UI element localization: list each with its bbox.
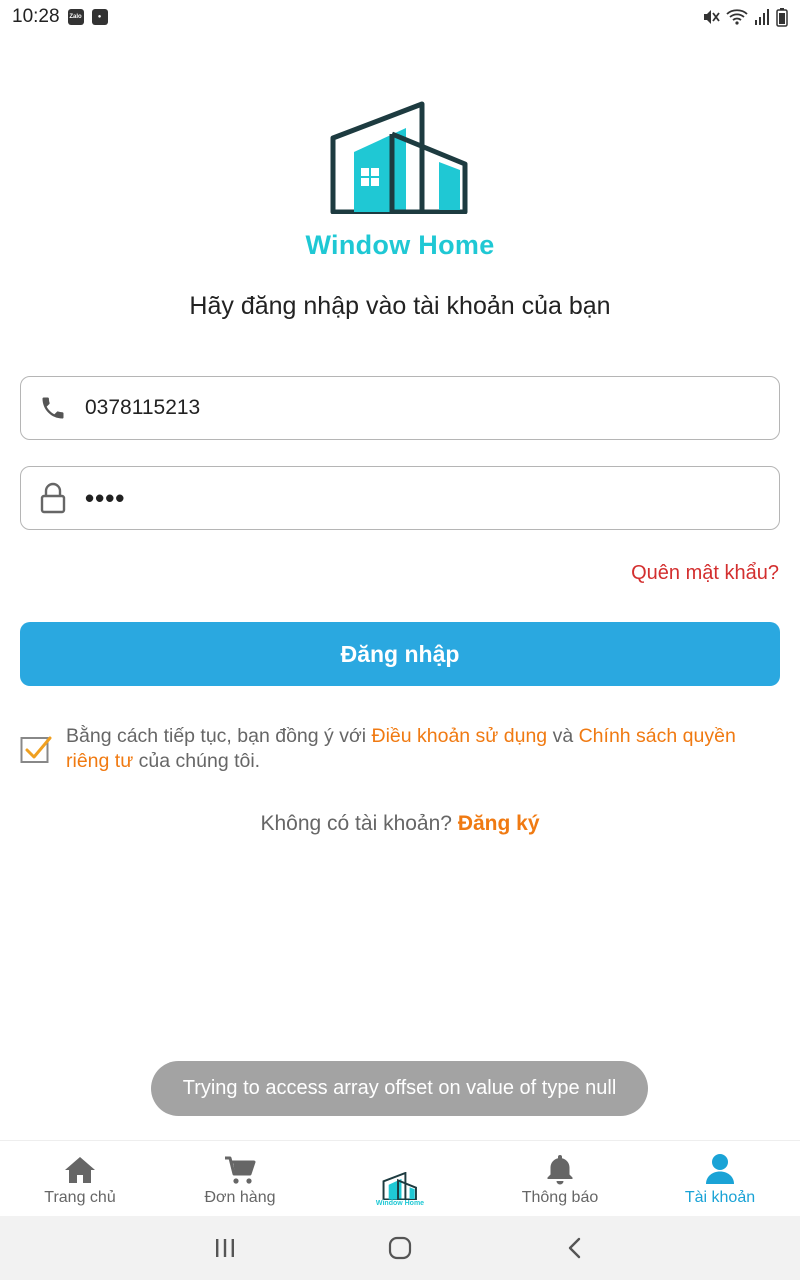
- status-time: 10:28: [12, 6, 60, 27]
- nav-item-account[interactable]: Tài khoản: [640, 1141, 800, 1216]
- signup-prompt: Không có tài khoản? Đăng ký: [0, 812, 800, 836]
- nav-item-window-home[interactable]: Window Home: [320, 1141, 480, 1216]
- media-notification-icon: ●: [91, 9, 108, 25]
- signal-icon: [755, 9, 769, 25]
- brand-logo: Window Home: [0, 100, 800, 261]
- terms-consent: Bằng cách tiếp tục, bạn đồng ý với Điều …: [20, 724, 780, 774]
- signup-prompt-text: Không có tài khoản?: [260, 812, 458, 835]
- wifi-icon: [726, 9, 748, 25]
- recent-apps-button[interactable]: [138, 1237, 313, 1259]
- window-home-nav-icon: [381, 1166, 419, 1200]
- terms-checkbox[interactable]: [20, 732, 52, 764]
- nav-label-account: Tài khoản: [684, 1189, 756, 1206]
- back-button[interactable]: [488, 1237, 663, 1259]
- nav-label-home: Trang chủ: [44, 1189, 116, 1206]
- terms-of-use-link[interactable]: Điều khoản sử dụng: [371, 725, 547, 747]
- nav-item-orders[interactable]: Đơn hàng: [160, 1141, 320, 1216]
- nav-label-orders: Đơn hàng: [204, 1189, 276, 1206]
- forgot-password-link[interactable]: Quên mật khẩu?: [631, 562, 779, 585]
- terms-middle: và: [547, 725, 579, 747]
- brand-name: Window Home: [305, 230, 495, 260]
- cart-icon: [224, 1151, 256, 1185]
- nav-label-notifications: Thông báo: [521, 1189, 599, 1206]
- login-button[interactable]: Đăng nhập: [20, 622, 780, 686]
- home-icon: [64, 1151, 96, 1185]
- back-chevron-icon: [568, 1237, 581, 1259]
- home-circle-icon: [388, 1236, 412, 1260]
- nav-label-window-home: Window Home: [375, 1200, 425, 1207]
- password-value: ••••: [85, 482, 126, 513]
- battery-icon: [776, 8, 788, 27]
- window-home-logo-icon: [330, 101, 468, 214]
- error-toast: Trying to access array offset on value o…: [151, 1061, 648, 1116]
- status-bar: 10:28 Zalo ●: [0, 0, 800, 34]
- system-nav-bar: [0, 1216, 800, 1280]
- phone-value: 0378115213: [85, 396, 201, 419]
- recent-apps-icon: [216, 1239, 234, 1257]
- mute-icon: [704, 10, 720, 24]
- page-title: Hãy đăng nhập vào tài khoản của bạn: [189, 292, 611, 320]
- status-right: [702, 7, 788, 27]
- signup-link[interactable]: Đăng ký: [458, 812, 540, 835]
- bell-icon: [546, 1151, 574, 1185]
- nav-item-home[interactable]: Trang chủ: [0, 1141, 160, 1216]
- terms-suffix: của chúng tôi.: [133, 750, 261, 772]
- zalo-notification-icon: Zalo: [67, 9, 84, 25]
- lock-icon: [37, 482, 69, 514]
- home-button[interactable]: [313, 1236, 488, 1260]
- bottom-nav: Trang chủ Đơn hàng Window Home Thông báo…: [0, 1140, 800, 1216]
- terms-text: Bằng cách tiếp tục, bạn đồng ý với Điều …: [66, 724, 780, 774]
- phone-field[interactable]: 0378115213: [20, 376, 780, 440]
- user-icon: [705, 1151, 735, 1185]
- terms-prefix: Bằng cách tiếp tục, bạn đồng ý với: [66, 725, 372, 747]
- password-field[interactable]: ••••: [20, 466, 780, 530]
- nav-item-notifications[interactable]: Thông báo: [480, 1141, 640, 1216]
- status-left: 10:28 Zalo ●: [12, 6, 108, 28]
- phone-icon: [37, 392, 69, 424]
